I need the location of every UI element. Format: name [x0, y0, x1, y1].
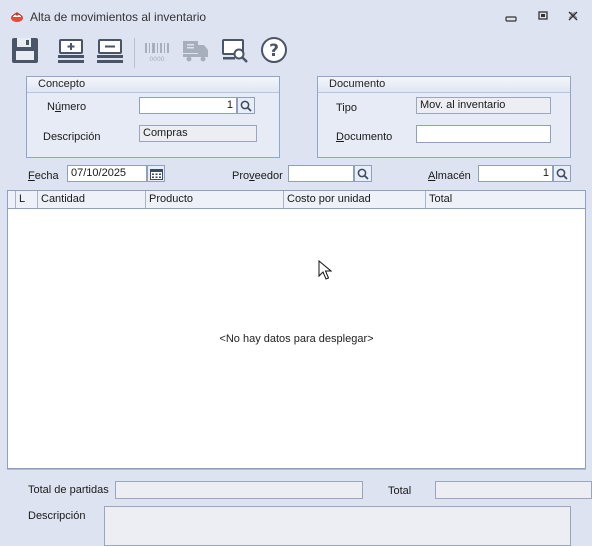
movements-grid[interactable]: L Cantidad Producto Costo por unidad Tot…: [7, 190, 586, 469]
descripcion-label: Descripción: [43, 131, 101, 143]
restore-button[interactable]: [535, 9, 551, 23]
add-row-icon: [58, 39, 84, 63]
search-icon: [556, 168, 568, 180]
close-icon: [568, 11, 578, 21]
tipo-field: Mov. al inventario: [416, 97, 551, 114]
restore-icon: [538, 11, 548, 20]
footer-descripcion-field: [104, 506, 571, 546]
floppy-disk-icon: [12, 38, 38, 63]
print-preview-button[interactable]: [218, 33, 252, 67]
app-icon: [11, 12, 23, 22]
print-preview-icon: [222, 39, 248, 63]
documento-input[interactable]: [416, 125, 551, 143]
minimize-button[interactable]: [503, 9, 519, 23]
almacen-lookup-button[interactable]: [553, 165, 571, 182]
toolbar-separator: [134, 38, 135, 68]
help-button[interactable]: ?: [257, 33, 291, 67]
help-icon: ?: [261, 37, 287, 63]
total-partidas-label: Total de partidas: [28, 484, 109, 496]
svg-text:?: ?: [269, 41, 279, 61]
col-producto[interactable]: Producto: [146, 191, 284, 208]
barcode-icon: 0000: [145, 43, 169, 63]
col-l[interactable]: L: [16, 191, 38, 208]
truck-icon: [183, 41, 208, 62]
concepto-title: Concepto: [38, 78, 86, 90]
documento-label: Documento: [336, 131, 393, 143]
footer-descripcion-label: Descripción: [28, 510, 86, 522]
svg-text:0000: 0000: [149, 56, 164, 63]
truck-button[interactable]: [178, 33, 212, 67]
col-cantidad[interactable]: Cantidad: [38, 191, 146, 208]
grid-empty-message: <No hay datos para desplegar>: [219, 333, 374, 345]
window-title: Alta de movimientos al inventario: [30, 10, 207, 24]
proveedor-lookup-button[interactable]: [354, 165, 372, 182]
fecha-input[interactable]: 07/10/2025: [67, 165, 147, 182]
almacen-input[interactable]: 1: [478, 165, 553, 182]
concepto-group: Concepto: [26, 76, 280, 158]
tipo-label: Tipo: [336, 102, 357, 114]
search-icon: [240, 100, 252, 112]
close-button[interactable]: [565, 9, 581, 23]
numero-lookup-button[interactable]: [237, 97, 255, 114]
grid-header: L Cantidad Producto Costo por unidad Tot…: [8, 191, 585, 209]
total-label: Total: [388, 485, 412, 497]
calendar-icon: [149, 168, 163, 180]
calendar-button[interactable]: [147, 165, 165, 182]
almacen-label: Almacén: [428, 170, 471, 182]
numero-input[interactable]: 1: [139, 97, 237, 114]
remove-row-icon: [97, 39, 123, 63]
proveedor-label: Proveedor: [232, 170, 283, 182]
minimize-icon: [505, 16, 517, 22]
remove-row-button[interactable]: [93, 33, 127, 67]
col-costo-por-unidad[interactable]: Costo por unidad: [284, 191, 426, 208]
grid-indicator-col: [8, 191, 16, 208]
mouse-cursor-icon: [318, 260, 332, 280]
total-field: [435, 481, 592, 499]
documento-group: Documento: [317, 76, 571, 158]
add-row-button[interactable]: [54, 33, 88, 67]
search-icon: [357, 168, 369, 180]
fecha-label: Fecha: [28, 170, 59, 182]
documento-title: Documento: [329, 78, 386, 90]
col-total[interactable]: Total: [426, 191, 585, 208]
proveedor-input[interactable]: [288, 165, 354, 182]
numero-label: Número: [47, 101, 87, 113]
total-partidas-field: [115, 481, 363, 499]
descripcion-field: Compras: [139, 125, 257, 142]
barcode-button[interactable]: 0000: [140, 33, 174, 67]
save-button[interactable]: [8, 33, 42, 67]
footer-divider: [7, 469, 586, 470]
